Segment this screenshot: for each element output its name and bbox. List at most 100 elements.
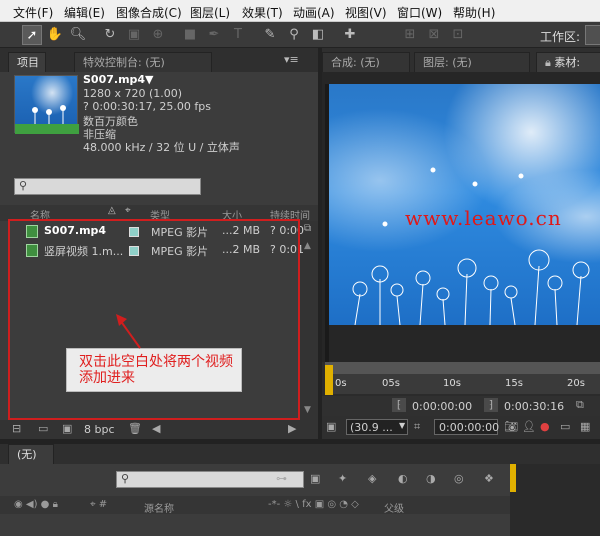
comp-mini-flowchart-icon[interactable]: ⊶ [276, 472, 287, 486]
current-time-indicator[interactable] [325, 365, 333, 395]
ruler-mark: 10s [443, 378, 461, 389]
switches-icon: -*- ☼ \ fx ▣ ◎ ◔ ◇ [268, 499, 359, 510]
axis-mode-icon[interactable]: ⊞ [400, 25, 420, 45]
timeline-track-area[interactable] [510, 464, 600, 536]
dandelion-graphic [352, 167, 590, 325]
out-point-time[interactable]: 0:00:30:16 [504, 400, 564, 413]
title-safe-icon[interactable]: ⌗ [414, 420, 420, 434]
column-parent[interactable]: 父级 [384, 500, 404, 515]
viewer-left-edge [325, 84, 329, 364]
search-icon: ⚲ [19, 179, 28, 192]
in-point-time[interactable]: 0:00:00:00 [412, 400, 472, 413]
viewer-controls: ▣ (30.9 ... ▼ ⌗ 0:00:00:00 📷︎ 👤︎ ● ▭ ▦ [322, 416, 600, 439]
selection-tool-icon[interactable]: ➚ [22, 25, 42, 45]
rectangle-tool-icon[interactable]: ■ [180, 25, 200, 45]
flowchart-icon[interactable]: ⧉ [304, 223, 311, 234]
channel-icon[interactable]: ● [540, 420, 550, 434]
project-search-input[interactable]: ⚲ [14, 178, 201, 195]
tab-project[interactable]: 项目 [8, 52, 46, 72]
workspace-dropdown[interactable] [585, 25, 600, 45]
new-composition-icon[interactable]: ▣ [62, 422, 72, 436]
viewer-tabbar: 合成: (无) 图层: (无) 🔒︎ 素材: [322, 48, 600, 72]
panel-menu-icon[interactable]: ▾≡ [284, 53, 299, 66]
pan-behind-tool-icon[interactable]: ⊕ [148, 25, 168, 45]
graph-editor-icon[interactable]: ◎ [454, 472, 464, 486]
motion-blur-icon[interactable]: ◑ [426, 472, 436, 486]
search-icon: ⚲ [121, 472, 130, 485]
world-axis-icon[interactable]: ⊠ [424, 25, 444, 45]
ruler-mark: 15s [505, 378, 523, 389]
layer-column-header: ◉ ◀) ● 🔒︎ ⌖ # 源名称 -*- ☼ \ fx ▣ ◎ ◔ ◇ 父级 [0, 496, 510, 515]
always-preview-icon[interactable]: ▣ [326, 420, 336, 434]
zoom-tool-icon[interactable]: 🔍︎ [68, 25, 88, 45]
new-folder-icon[interactable]: ▭ [38, 422, 48, 436]
menu-animation[interactable]: 动画(A) [293, 4, 335, 21]
set-out-point-icon[interactable]: ⁆ [484, 398, 498, 412]
show-snapshot-icon[interactable]: 👤︎ [522, 420, 536, 434]
set-in-point-icon[interactable]: ⁅ [392, 398, 406, 412]
footage-duration: ? 0:00:30:17, 25.00 fps [83, 100, 212, 113]
trash-icon[interactable]: 🗑︎ [128, 422, 142, 436]
region-of-interest-icon[interactable]: ▭ [560, 420, 570, 434]
menu-layer[interactable]: 图层(L) [190, 4, 230, 21]
footage-file-name[interactable]: S007.mp4▼ [83, 73, 154, 86]
hand-tool-icon[interactable]: ✋ [45, 25, 65, 45]
tab-footage[interactable]: 🔒︎ 素材: [536, 52, 600, 72]
hide-shy-layers-icon[interactable]: ◈ [368, 472, 376, 486]
rotate-tool-icon[interactable]: ↻ [100, 25, 120, 45]
label-tag-icon[interactable]: ⌖ [125, 205, 131, 216]
draft-3d-icon[interactable]: ✦ [338, 472, 347, 486]
brush-tool-icon[interactable]: ✎ [260, 25, 280, 45]
ripple-insert-icon[interactable]: ⧉ [576, 398, 584, 412]
current-time-field[interactable]: 0:00:00:00 [434, 419, 499, 435]
view-axis-icon[interactable]: ⊡ [448, 25, 468, 45]
tab-effect-controls[interactable]: 特效控制台: (无) [74, 52, 212, 72]
color-depth-label[interactable]: 8 bpc [84, 423, 115, 436]
menu-edit[interactable]: 编辑(E) [64, 4, 105, 21]
footage-preview[interactable]: www.leawo.cn [325, 84, 600, 325]
label-tag-icon: ⌖ # [90, 499, 108, 510]
snapshot-icon[interactable]: 📷︎ [504, 420, 518, 434]
tab-timeline[interactable]: (无) [8, 444, 54, 464]
eraser-tool-icon[interactable]: ◧ [308, 25, 328, 45]
time-ruler[interactable]: 0s 05s 10s 15s 20s [325, 374, 600, 394]
in-out-bar: ⁅ 0:00:00:00 ⁆ 0:00:30:16 ⧉ [322, 396, 600, 416]
menu-file[interactable]: 文件(F) [13, 4, 53, 21]
scroll-down-icon[interactable]: ▼ [304, 405, 311, 415]
ruler-mark: 20s [567, 378, 585, 389]
ruler-mark: 05s [382, 378, 400, 389]
clone-stamp-tool-icon[interactable]: ⚲ [284, 25, 304, 45]
scroll-left-icon[interactable]: ◀ [152, 422, 160, 436]
work-area-bar[interactable] [325, 362, 600, 374]
live-update-icon[interactable]: ▣ [310, 472, 320, 486]
tab-composition[interactable]: 合成: (无) [322, 52, 410, 72]
text-tool-icon[interactable]: T [228, 25, 248, 45]
tab-layer[interactable]: 图层: (无) [414, 52, 530, 72]
timeline-tabbar: (无) [0, 444, 600, 464]
sort-arrow-icon: ◬ [108, 205, 116, 216]
scroll-right-icon[interactable]: ▶ [288, 422, 296, 436]
menu-composition[interactable]: 图像合成(C) [116, 4, 182, 21]
footage-audio: 48.000 kHz / 32 位 U / 立体声 [83, 141, 240, 154]
pen-tool-icon[interactable]: ✒ [204, 25, 224, 45]
timeline-indicator[interactable] [510, 464, 516, 492]
menu-view[interactable]: 视图(V) [345, 4, 387, 21]
menu-effect[interactable]: 效果(T) [242, 4, 283, 21]
column-source-name[interactable]: 源名称 [144, 500, 174, 515]
footage-resolution: 1280 x 720 (1.00) [83, 87, 183, 100]
camera-tool-icon[interactable]: ▣ [124, 25, 144, 45]
frame-blending-icon[interactable]: ◐ [398, 472, 408, 486]
footage-thumbnail [14, 75, 79, 134]
scroll-up-icon[interactable]: ▲ [304, 241, 311, 251]
brainstorm-icon[interactable]: ❖ [484, 472, 494, 486]
menu-help[interactable]: 帮助(H) [453, 4, 495, 21]
workspace-label: 工作区: [540, 30, 581, 44]
zoom-dropdown[interactable]: (30.9 ... ▼ [346, 419, 408, 435]
ruler-mark: 0s [335, 378, 347, 389]
transparency-grid-icon[interactable]: ▦ [580, 420, 590, 434]
av-features-icon: ◉ ◀) ● 🔒︎ [14, 499, 58, 510]
highlight-frame [8, 219, 300, 420]
puppet-pin-tool-icon[interactable]: ✚ [340, 25, 360, 45]
menu-window[interactable]: 窗口(W) [397, 4, 442, 21]
interpret-footage-icon[interactable]: ⊟ [12, 422, 21, 436]
